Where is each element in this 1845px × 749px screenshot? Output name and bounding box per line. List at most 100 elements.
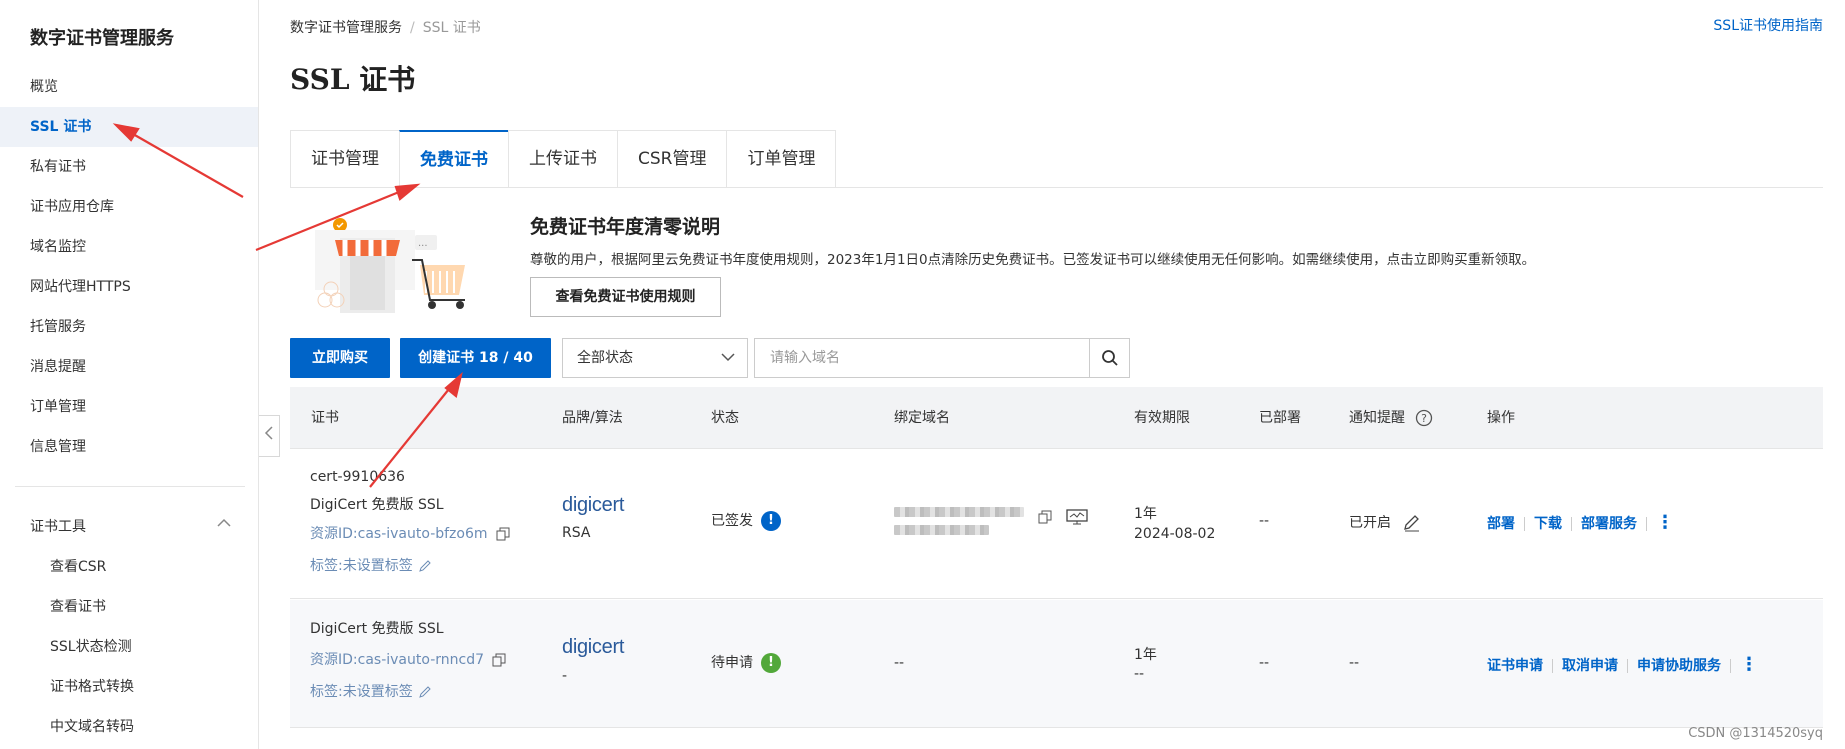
- row-actions: 部署 下载 部署服务 ⋮: [1487, 512, 1674, 533]
- search-icon: [1101, 350, 1118, 366]
- apply-cert-link[interactable]: 证书申请: [1487, 658, 1543, 674]
- create-cert-button[interactable]: 创建证书 18 / 40: [400, 338, 551, 378]
- guide-link[interactable]: SSL证书使用指南: [1713, 15, 1823, 35]
- store-cart-illustration: ...: [315, 218, 465, 313]
- monitor-icon[interactable]: [1066, 509, 1089, 525]
- sidebar-subitem-idn-convert[interactable]: 中文域名转码: [0, 707, 258, 747]
- banner-description: 尊敬的用户，根据阿里云免费证书年度使用规则，2023年1月1日0点清除历史免费证…: [530, 252, 1536, 268]
- sidebar-item-orders[interactable]: 订单管理: [0, 387, 258, 427]
- sidebar-item-domain-monitor[interactable]: 域名监控: [0, 227, 258, 267]
- th-notify-label: 通知提醒: [1349, 410, 1405, 426]
- breadcrumb-root[interactable]: 数字证书管理服务: [290, 20, 402, 36]
- th-status: 状态: [711, 410, 739, 426]
- sidebar-group-label: 证书工具: [30, 519, 86, 535]
- deploy-service-link[interactable]: 部署服务: [1581, 516, 1637, 532]
- row-actions: 证书申请 取消申请 申请协助服务 ⋮: [1487, 654, 1758, 675]
- validity-date: --: [1134, 666, 1145, 682]
- domain-actions: [1038, 509, 1089, 525]
- sidebar-item-info[interactable]: 信息管理: [0, 427, 258, 467]
- sidebar-item-hosting[interactable]: 托管服务: [0, 307, 258, 347]
- deploy-link[interactable]: 部署: [1487, 516, 1515, 532]
- copy-icon[interactable]: [1038, 510, 1052, 524]
- action-separator: [1730, 659, 1731, 673]
- help-icon[interactable]: ?: [1415, 409, 1433, 427]
- digicert-logo: digicert: [562, 494, 625, 516]
- sidebar-group-cert-tools[interactable]: 证书工具: [30, 516, 232, 536]
- bound-domain: --: [894, 655, 905, 671]
- tab-free-cert[interactable]: 免费证书: [399, 130, 508, 188]
- apply-assist-service-link[interactable]: 申请协助服务: [1637, 658, 1721, 674]
- status-text: 已签发: [711, 513, 753, 529]
- tags-text[interactable]: 标签:未设置标签: [310, 684, 413, 700]
- th-notify: 通知提醒 ?: [1349, 387, 1433, 449]
- edit-icon[interactable]: [1403, 514, 1421, 532]
- sidebar-item-cert-repo[interactable]: 证书应用仓库: [0, 187, 258, 227]
- breadcrumb-separator: /: [410, 20, 415, 36]
- sidebar-item-notifications[interactable]: 消息提醒: [0, 347, 258, 387]
- more-actions-icon[interactable]: ⋮: [1740, 654, 1758, 675]
- sidebar-subitem-view-cert[interactable]: 查看证书: [0, 587, 258, 627]
- th-brand: 品牌/算法: [562, 410, 623, 426]
- sidebar-item-ssl-cert[interactable]: SSL 证书: [0, 107, 258, 147]
- tab-upload-cert[interactable]: 上传证书: [508, 130, 617, 188]
- validity-term: 1年: [1134, 647, 1157, 663]
- sidebar-subitem-view-csr[interactable]: 查看CSR: [0, 547, 258, 587]
- svg-text:...: ...: [418, 238, 428, 249]
- sidebar-item-proxy-https[interactable]: 网站代理HTTPS: [0, 267, 258, 307]
- edit-icon[interactable]: [419, 686, 431, 698]
- th-domain: 绑定域名: [894, 410, 950, 426]
- th-cert: 证书: [311, 410, 339, 426]
- search-button[interactable]: [1089, 338, 1130, 378]
- copy-icon[interactable]: [496, 527, 510, 541]
- tab-bar: 证书管理 免费证书 上传证书 CSR管理 订单管理: [290, 130, 837, 188]
- buy-now-button[interactable]: 立即购买: [290, 338, 390, 378]
- action-separator: [1524, 517, 1525, 531]
- tags-text[interactable]: 标签:未设置标签: [310, 558, 413, 574]
- blurred-domain-line: [894, 525, 989, 535]
- sidebar-subitem-format-convert[interactable]: 证书格式转换: [0, 667, 258, 707]
- edit-icon[interactable]: [419, 560, 431, 572]
- cert-name: cert-9910636: [310, 469, 405, 485]
- action-separator: [1646, 517, 1647, 531]
- sidebar-item-private-cert[interactable]: 私有证书: [0, 147, 258, 187]
- tags: 标签:未设置标签: [310, 555, 431, 575]
- cert-product: DigiCert 免费版 SSL: [310, 497, 444, 513]
- status-select[interactable]: 全部状态: [562, 338, 748, 378]
- brand-logo: digicert: [562, 494, 624, 517]
- algorithm: RSA: [562, 525, 591, 541]
- more-actions-icon[interactable]: ⋮: [1656, 512, 1674, 533]
- bound-domain-blurred: [894, 505, 1024, 539]
- sidebar-collapse-handle[interactable]: [259, 415, 280, 457]
- copy-icon[interactable]: [492, 653, 506, 667]
- sidebar-title: 数字证书管理服务: [30, 28, 174, 49]
- info-icon: !: [761, 511, 781, 531]
- blurred-domain-line: [894, 507, 1024, 517]
- watermark: CSDN @1314520syq: [1688, 726, 1823, 741]
- brand-logo: digicert: [562, 636, 624, 659]
- view-free-cert-rules-button[interactable]: 查看免费证书使用规则: [530, 277, 721, 317]
- digicert-logo: digicert: [562, 636, 625, 658]
- sidebar-subitem-ssl-check[interactable]: SSL状态检测: [0, 627, 258, 667]
- resource-id: 资源ID:cas-ivauto-bfzo6m: [310, 523, 510, 543]
- sidebar-item-overview[interactable]: 概览: [0, 67, 258, 107]
- th-deployed: 已部署: [1259, 410, 1301, 426]
- svg-text:?: ?: [1422, 412, 1428, 425]
- download-link[interactable]: 下载: [1534, 516, 1562, 532]
- table-row: DigiCert 免费版 SSL 资源ID:cas-ivauto-rnncd7 …: [290, 600, 1823, 728]
- resource-id-text: 资源ID:cas-ivauto-bfzo6m: [310, 526, 488, 542]
- domain-search-input[interactable]: 请输入域名: [754, 338, 1129, 378]
- tags: 标签:未设置标签: [310, 681, 431, 701]
- table-row: cert-9910636 DigiCert 免费版 SSL 资源ID:cas-i…: [290, 449, 1823, 599]
- table-header: 证书 品牌/算法 状态 绑定域名 有效期限 已部署 通知提醒 ? 操作: [290, 387, 1823, 449]
- notify: 已开启: [1349, 512, 1421, 532]
- action-separator: [1552, 659, 1553, 673]
- tab-cert-management[interactable]: 证书管理: [290, 130, 399, 188]
- chevron-down-icon: [721, 339, 735, 377]
- banner-title: 免费证书年度清零说明: [530, 216, 721, 238]
- deployed: --: [1259, 655, 1270, 671]
- cancel-apply-link[interactable]: 取消申请: [1562, 658, 1618, 674]
- tab-csr-management[interactable]: CSR管理: [617, 130, 727, 188]
- tab-order-management[interactable]: 订单管理: [726, 130, 837, 188]
- chevron-up-icon[interactable]: [216, 516, 232, 532]
- action-separator: [1571, 517, 1572, 531]
